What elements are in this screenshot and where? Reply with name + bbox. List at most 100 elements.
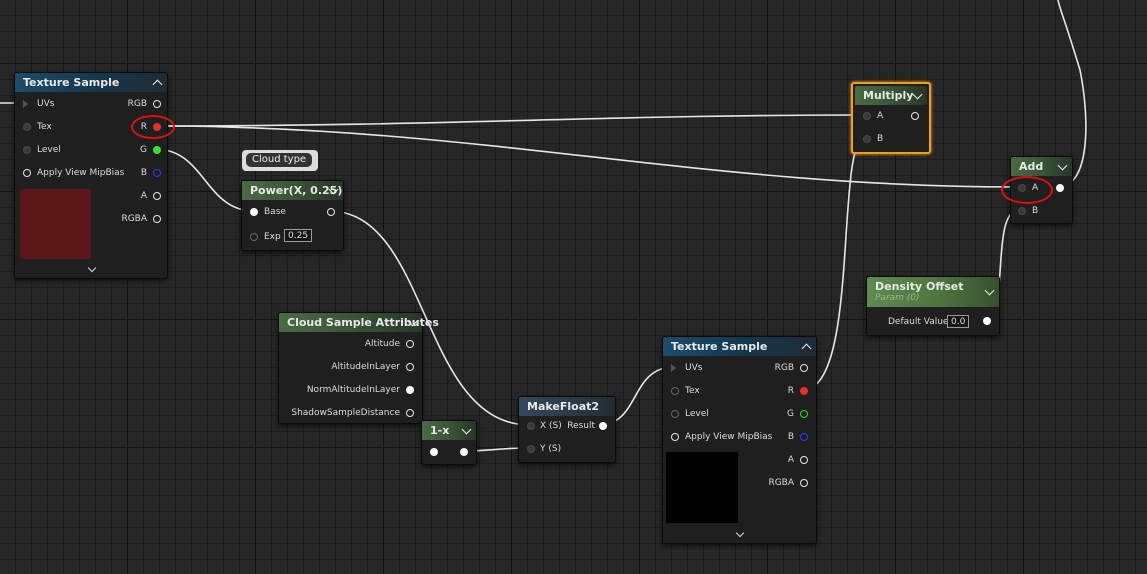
comment-text: Cloud type — [245, 152, 314, 168]
output-pin-rgb[interactable] — [153, 100, 161, 108]
node-title: 1-x — [430, 424, 450, 437]
node-header[interactable]: Cloud Sample Attributes — [279, 313, 439, 332]
pin-label: R — [787, 386, 794, 396]
output-pin[interactable] — [327, 208, 335, 216]
node-header[interactable]: Texture Sample — [15, 73, 167, 92]
wire-r-to-multiply-a — [154, 114, 866, 127]
pin-label: Tex — [685, 386, 700, 396]
input-pin-level[interactable] — [671, 410, 679, 418]
output-pin-norm-altitude[interactable] — [406, 386, 414, 394]
output-pin-a[interactable] — [800, 456, 808, 464]
exp-value-field[interactable]: 0.25 — [284, 229, 313, 242]
input-pin-tex[interactable] — [23, 123, 31, 131]
pin-label: Exp — [264, 232, 281, 242]
comment-bubble: Cloud type — [242, 150, 318, 171]
node-header[interactable]: Power(X, 0.25) — [242, 181, 343, 200]
input-pin-y[interactable] — [527, 445, 535, 453]
texture-sample-node[interactable]: Texture Sample UVs Tex Level Apply View … — [14, 72, 168, 279]
pin-label: A — [787, 455, 794, 465]
pin-label: G — [787, 409, 794, 419]
node-subtitle: Param (0) — [875, 293, 920, 303]
input-pin-mipbias[interactable] — [671, 433, 679, 441]
node-header[interactable]: Texture Sample — [663, 337, 816, 356]
output-pin[interactable] — [1056, 184, 1064, 192]
pin-label: Level — [37, 145, 61, 155]
node-title: MakeFloat2 — [527, 400, 600, 413]
output-pin[interactable] — [460, 448, 468, 456]
output-pin-altitude-in-layer[interactable] — [406, 363, 414, 371]
output-pin-b[interactable] — [153, 169, 161, 177]
output-pin[interactable] — [983, 317, 991, 325]
output-pin-b[interactable] — [800, 433, 808, 441]
input-pin-exp[interactable] — [250, 233, 258, 241]
input-pin-base[interactable] — [250, 208, 258, 216]
pin-label: UVs — [685, 363, 703, 373]
output-pin-a[interactable] — [153, 192, 161, 200]
annotation-circle — [131, 115, 175, 139]
chevron-down-icon[interactable] — [912, 89, 923, 100]
pin-label: B — [787, 432, 794, 442]
pin-label: RGB — [774, 363, 794, 373]
wire-g-to-power-base — [154, 148, 255, 212]
input-pin-level[interactable] — [23, 146, 31, 154]
pin-label: AltitudeInLayer — [331, 362, 400, 372]
output-pin-rgb[interactable] — [800, 364, 808, 372]
pin-label: B — [877, 134, 884, 144]
pin-label: ShadowSampleDistance — [291, 408, 400, 418]
pin-label: RGBA — [121, 214, 147, 224]
multiply-node[interactable]: Multiply A B — [851, 82, 931, 154]
param-label: Default Value — [888, 317, 949, 327]
output-pin-g[interactable] — [153, 146, 161, 154]
node-header[interactable]: 1-x — [422, 421, 476, 440]
texture-preview — [20, 189, 91, 259]
node-header[interactable]: Density Offset Param (0) — [867, 277, 999, 307]
pin-label: Result — [567, 421, 595, 431]
output-pin-r[interactable] — [800, 387, 808, 395]
input-pin-mipbias[interactable] — [23, 169, 31, 177]
node-header[interactable]: MakeFloat2 — [519, 397, 615, 416]
pin-label: RGB — [127, 99, 147, 109]
pin-label: UVs — [37, 99, 55, 109]
input-pin-a[interactable] — [863, 112, 871, 120]
output-pin-rgba[interactable] — [800, 479, 808, 487]
input-pin[interactable] — [430, 448, 438, 456]
cloud-sample-attributes-node[interactable]: Cloud Sample Attributes Altitude Altitud… — [278, 312, 439, 424]
chevron-down-icon[interactable] — [735, 528, 745, 538]
chevron-down-icon[interactable] — [461, 424, 472, 435]
annotation-circle — [1001, 176, 1053, 204]
pin-label: Y (S) — [540, 444, 562, 454]
input-pin-x[interactable] — [527, 422, 535, 430]
input-pin-b[interactable] — [1018, 207, 1026, 215]
makefloat2-node[interactable]: MakeFloat2 X (S) Result Y (S) — [518, 396, 616, 463]
node-header[interactable]: Multiply — [855, 86, 927, 105]
input-pin-b[interactable] — [863, 135, 871, 143]
power-node[interactable]: Power(X, 0.25) Base Exp 0.25 — [241, 180, 344, 251]
pin-label: G — [140, 145, 147, 155]
pin-label: Apply View MipBias — [685, 432, 773, 442]
node-title: Add — [1019, 160, 1044, 173]
chevron-down-icon[interactable] — [1057, 160, 1068, 171]
input-pin-tex[interactable] — [671, 387, 679, 395]
node-header[interactable]: Add — [1011, 157, 1072, 176]
pin-label: B — [1032, 206, 1039, 216]
one-minus-x-node[interactable]: 1-x — [421, 420, 477, 465]
output-pin-rgba[interactable] — [153, 215, 161, 223]
output-pin-result[interactable] — [599, 422, 607, 430]
input-pin-uvs[interactable] — [23, 100, 28, 108]
pin-label: B — [140, 168, 147, 178]
output-pin-altitude[interactable] — [406, 340, 414, 348]
node-title: Power(X, 0.25) — [250, 184, 343, 197]
default-value-field[interactable]: 0.0 — [947, 315, 970, 328]
output-pin-g[interactable] — [800, 410, 808, 418]
pin-label: RGBA — [768, 478, 794, 488]
texture-sample-node-2[interactable]: Texture Sample UVs Tex Level Apply View … — [662, 336, 817, 544]
density-offset-node[interactable]: Density Offset Param (0) Default Value 0… — [866, 276, 1000, 336]
pin-label: Tex — [37, 122, 52, 132]
chevron-up-icon[interactable] — [152, 79, 163, 90]
output-pin-shadow-distance[interactable] — [406, 409, 414, 417]
output-pin[interactable] — [911, 112, 919, 120]
chevron-up-icon[interactable] — [801, 343, 812, 354]
chevron-down-icon[interactable] — [87, 263, 97, 273]
input-pin-uvs[interactable] — [671, 364, 676, 372]
pin-label: Apply View MipBias — [37, 168, 125, 178]
